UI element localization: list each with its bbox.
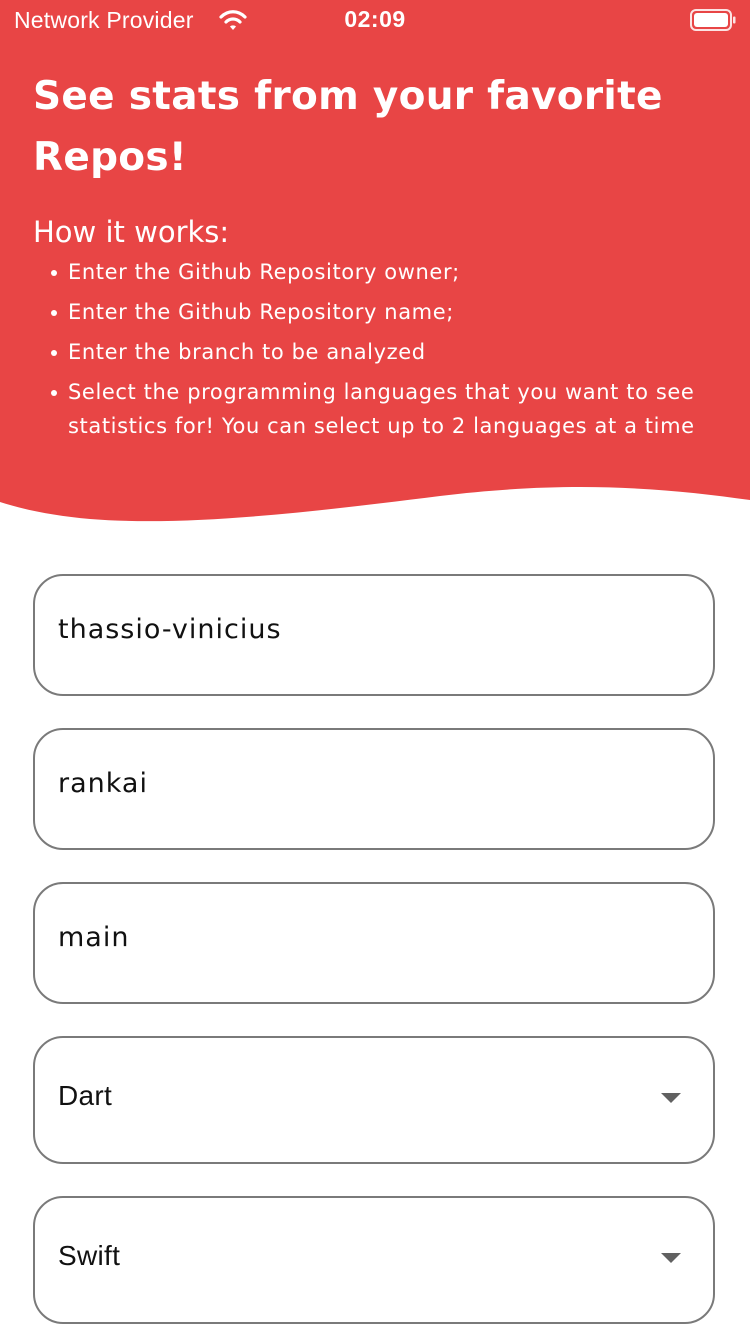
how-it-works-heading: How it works: (33, 215, 230, 249)
instruction-item-branch: Enter the branch to be analyzed (51, 335, 718, 369)
instructions-list: Enter the Github Repository owner; Enter… (51, 255, 718, 449)
branch-field[interactable]: main (33, 882, 715, 1004)
instruction-item-languages: Select the programming languages that yo… (51, 375, 718, 443)
repository-name-field[interactable]: rankai (33, 728, 715, 850)
instruction-item-owner: Enter the Github Repository owner; (51, 255, 718, 289)
page-title: See stats from your favorite Repos! (33, 74, 663, 180)
repository-name-value: rankai (58, 768, 148, 799)
status-bar: Network Provider 02:09 (0, 0, 750, 40)
status-time: 02:09 (344, 6, 406, 32)
repository-owner-field[interactable]: thassio-vinicius (33, 574, 715, 696)
repository-owner-value: thassio-vinicius (58, 614, 282, 645)
instruction-item-name: Enter the Github Repository name; (51, 295, 718, 329)
caret-down-icon[interactable] (661, 1093, 681, 1103)
header: Network Provider 02:09 See stats from yo… (0, 0, 750, 530)
caret-down-icon[interactable] (661, 1253, 681, 1263)
language-select-1[interactable]: Dart (33, 1036, 715, 1164)
language-select-2[interactable]: Swift (33, 1196, 715, 1324)
language-select-1-value: Dart (58, 1080, 113, 1111)
branch-value: main (58, 922, 130, 953)
language-select-2-value: Swift (58, 1240, 121, 1271)
battery-icon (690, 9, 736, 31)
